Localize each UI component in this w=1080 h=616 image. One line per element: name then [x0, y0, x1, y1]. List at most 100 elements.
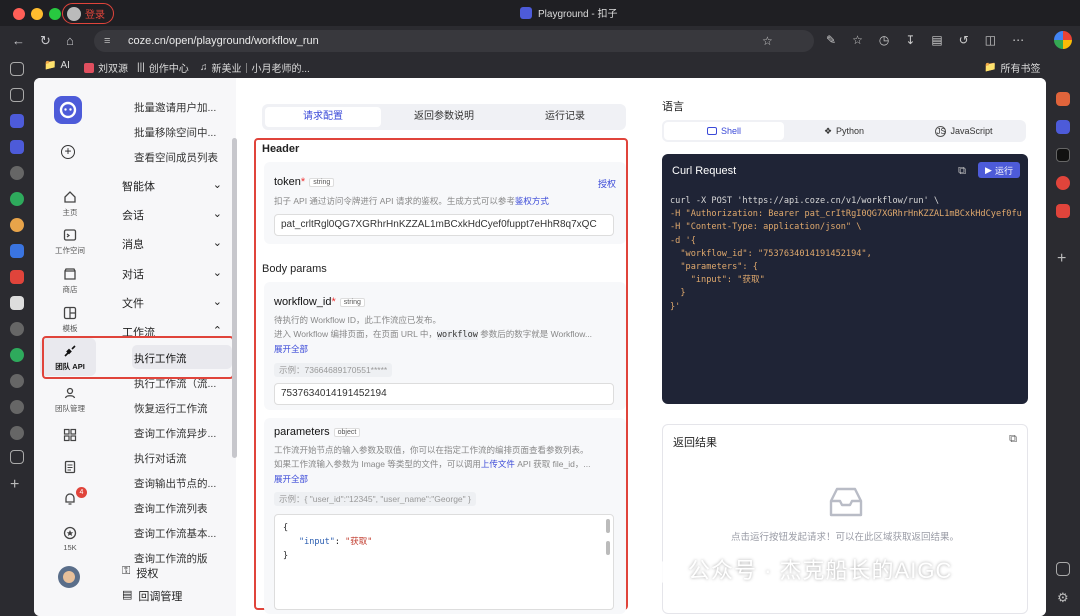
tab-request-config[interactable]: 请求配置	[265, 107, 381, 127]
site-settings-icon[interactable]: ≡	[104, 35, 110, 47]
tab-icon[interactable]	[10, 166, 24, 180]
tab-icon[interactable]	[10, 244, 24, 258]
sidebar-toggle-icon[interactable]	[10, 62, 24, 76]
tab-run-records[interactable]: 运行记录	[507, 107, 623, 127]
upload-file-link[interactable]: 上传文件	[481, 459, 515, 469]
coze-tab-icon[interactable]	[10, 114, 24, 128]
tree-group-file[interactable]: 文件 ⌄	[122, 295, 222, 311]
expand-all-link[interactable]: 展开全部	[274, 473, 308, 485]
nav-home[interactable]: 主页	[34, 190, 106, 218]
nav-store[interactable]: 商店	[34, 267, 106, 295]
extensions-icon[interactable]: ✎	[826, 33, 836, 47]
reload-icon[interactable]: ↻	[40, 34, 51, 48]
tree-item[interactable]: 执行对话流	[134, 451, 224, 466]
tab-icon[interactable]	[10, 374, 24, 388]
bookmark-tiktok[interactable]: ♫ 新美业｜小月老师的...	[200, 60, 310, 75]
tab-shell[interactable]: Shell	[664, 122, 784, 140]
nav-grid[interactable]	[34, 428, 106, 445]
tree-item[interactable]: 批量邀请用户加...	[134, 100, 224, 115]
auth-method-link[interactable]: 鉴权方式	[515, 196, 549, 206]
tab-javascript[interactable]: JS JavaScript	[904, 122, 1024, 140]
bookmark-creation[interactable]: ||| 创作中心	[137, 60, 189, 75]
nav-templates[interactable]: 模板	[34, 306, 106, 334]
sync-icon[interactable]: ↺	[959, 33, 969, 47]
tree-item[interactable]: 查询工作流异步...	[134, 426, 224, 441]
wechat-tab-icon[interactable]	[10, 348, 24, 362]
bookmark-all[interactable]: 📁 所有书签	[984, 60, 1040, 75]
tab-icon[interactable]	[10, 192, 24, 206]
nav-credits[interactable]: 15K	[34, 526, 106, 552]
tab-python[interactable]: ❖ Python	[784, 122, 904, 140]
tree-item[interactable]: 恢复运行工作流	[134, 401, 224, 416]
tab-icon[interactable]	[10, 400, 24, 414]
expand-all-link[interactable]: 展开全部	[274, 343, 308, 355]
tree-item[interactable]: 查询工作流列表	[134, 501, 224, 516]
copy-icon[interactable]: ⧉	[1009, 433, 1017, 446]
tab-icon[interactable]	[10, 270, 24, 284]
sidebar-app-icon[interactable]	[1056, 92, 1070, 106]
add-sidebar-app-icon[interactable]: +	[1057, 250, 1066, 268]
create-icon[interactable]: +	[61, 145, 75, 159]
tree-item[interactable]: 批量移除空间中...	[134, 125, 224, 140]
nav-notifications[interactable]	[34, 492, 106, 509]
tree-group-agent[interactable]: 智能体 ⌄	[122, 178, 222, 194]
auth-link[interactable]: 授权	[598, 177, 616, 190]
tree-item-callback[interactable]: ▤ 回调管理	[122, 588, 222, 604]
run-button[interactable]: ▶ 运行	[978, 162, 1020, 178]
history-icon[interactable]: ◷	[879, 33, 889, 47]
tab-response-params[interactable]: 返回参数说明	[386, 107, 502, 127]
sidebar-app-icon[interactable]	[1056, 204, 1070, 218]
tree-item[interactable]: 查看空间成员列表	[134, 150, 224, 165]
tree-item[interactable]: 查询工作流的版	[134, 551, 224, 566]
bookmark-favicon-icon	[84, 62, 94, 73]
tab-icon[interactable]	[10, 296, 24, 310]
bookmark-star-icon[interactable]: ☆	[762, 34, 773, 48]
close-window-button[interactable]	[13, 8, 25, 20]
new-tab-icon[interactable]: +	[10, 476, 19, 494]
tree-group-conversation[interactable]: 会话 ⌄	[122, 207, 222, 223]
tab-icon[interactable]	[10, 426, 24, 440]
tab-icon[interactable]	[10, 88, 24, 102]
more-icon[interactable]: ⋯	[1012, 33, 1024, 47]
url-text[interactable]: coze.cn/open/playground/workflow_run	[128, 35, 319, 47]
bookmark-ai[interactable]: 📁 AI	[44, 60, 70, 71]
nav-workspace[interactable]: 工作空间	[34, 228, 106, 256]
coze-tab-icon[interactable]	[10, 140, 24, 154]
sidebar-layout-icon[interactable]	[1056, 562, 1070, 576]
tree-group-chat[interactable]: 对话 ⌄	[122, 266, 222, 282]
token-input[interactable]: pat_crltRgl0QG7XGRhrHnKZZAL1mBCxkHdCyef0…	[274, 214, 614, 236]
workflow-id-input[interactable]: 7537634014191452194	[274, 383, 614, 405]
copy-icon[interactable]: ⧉	[958, 165, 966, 178]
tab-icon[interactable]	[10, 218, 24, 232]
tab-icon[interactable]	[10, 450, 24, 464]
reading-icon[interactable]: ▤	[931, 33, 942, 47]
wallet-icon[interactable]: ◫	[985, 33, 996, 47]
tiktok-icon[interactable]	[1056, 148, 1070, 162]
editor-scrollbar[interactable]	[606, 541, 610, 555]
login-button[interactable]: 登录	[62, 3, 114, 24]
tree-item[interactable]: 查询输出节点的...	[134, 476, 224, 491]
favorites-icon[interactable]: ☆	[852, 33, 863, 47]
home-icon[interactable]: ⌂	[66, 34, 74, 48]
minimize-window-button[interactable]	[31, 8, 43, 20]
user-avatar[interactable]	[58, 566, 80, 588]
settings-icon[interactable]: ⚙	[1057, 590, 1069, 606]
sidebar-app-icon[interactable]	[1056, 120, 1070, 134]
coze-logo-icon[interactable]	[54, 96, 82, 124]
tree-group-message[interactable]: 消息 ⌄	[122, 236, 222, 252]
nav-team-manage[interactable]: 团队管理	[34, 386, 106, 414]
nav-docs[interactable]	[34, 460, 106, 477]
tree-scrollbar[interactable]	[232, 138, 237, 458]
weibo-icon[interactable]	[1056, 176, 1070, 190]
download-icon[interactable]: ↧	[905, 33, 915, 47]
back-icon[interactable]: ←	[12, 34, 25, 48]
editor-scrollbar[interactable]	[606, 519, 610, 533]
tree-item[interactable]: 查询工作流基本...	[134, 526, 224, 541]
bookmark-liu[interactable]: 刘双源	[84, 60, 128, 75]
maximize-window-button[interactable]	[49, 8, 61, 20]
google-icon[interactable]	[1054, 31, 1072, 49]
tree-item-auth[interactable]: ⚿ 授权	[122, 565, 222, 581]
bell-icon	[65, 493, 75, 505]
tab-icon[interactable]	[10, 322, 24, 336]
parameters-json-editor[interactable]: { "input": "获取" }	[274, 514, 614, 610]
